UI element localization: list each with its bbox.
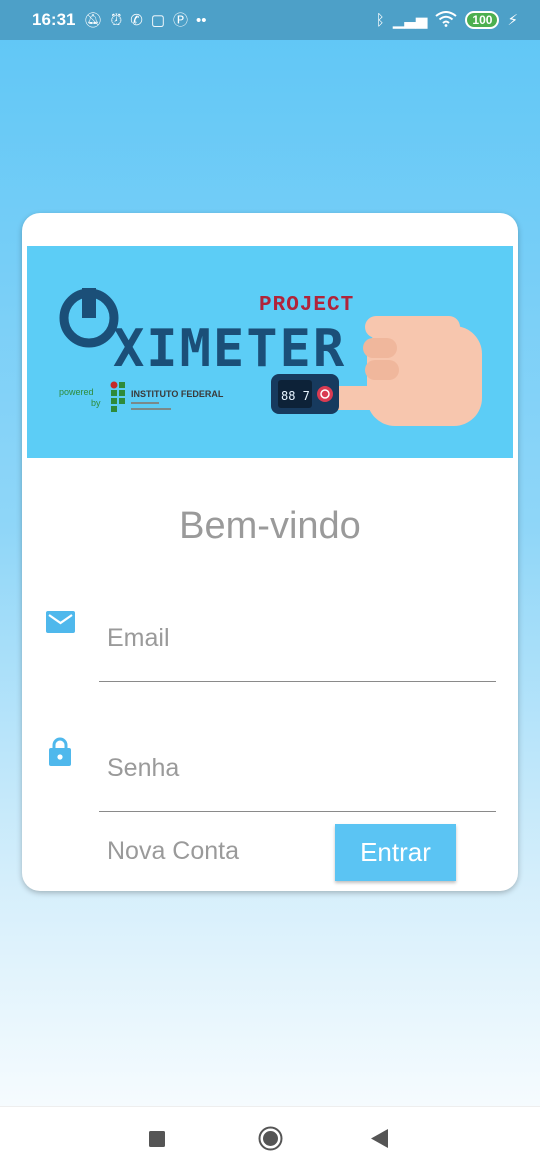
instagram-icon: ▢ [150,11,165,29]
device-reading: 88 7 [281,389,310,403]
status-bar: 16:31 🔕︎ ⏰︎ ✆ ▢ Ⓟ •• ᛒ ▁▃▅ 100 ⚡︎ [0,0,540,40]
instituto-federal-logo-icon [110,381,125,412]
power-icon [59,282,119,348]
institute-text: INSTITUTO FEDERAL [131,389,224,399]
more-dots-icon: •• [196,11,207,29]
lock-icon [49,737,71,771]
email-input[interactable] [99,612,496,664]
password-input[interactable] [99,742,496,794]
wifi-icon [435,10,458,30]
whatsapp-icon: ✆ [130,11,143,29]
new-account-link[interactable]: Nova Conta [107,837,239,866]
p-icon: Ⓟ [173,11,189,29]
back-triangle-icon[interactable] [371,1129,389,1153]
clock: 16:31 [32,10,76,29]
powered-by-line2: by [91,398,101,408]
email-icon [46,611,75,638]
oximeter-device-icon: 88 7 [271,374,339,414]
logo-text: XIMETER [113,319,346,379]
recents-square-icon[interactable] [149,1131,165,1152]
signal-icon: ▁▃▅ [392,11,428,29]
password-field [99,742,496,812]
navigation-bar [0,1106,540,1170]
mute-icon: 🔕︎ [83,11,103,29]
powered-by-line1: powered [59,387,94,397]
charging-icon: ⚡︎ [507,11,518,29]
home-circle-icon[interactable] [258,1126,283,1156]
email-field [99,612,496,682]
alarm-icon: ⏰︎ [110,11,123,29]
bluetooth-icon: ᛒ [375,11,385,29]
oximeter-logo: PROJECT XIMETER 88 7 powered by INSTITUT… [59,282,482,426]
battery-icon: 100 [465,11,500,29]
login-card: PROJECT XIMETER 88 7 powered by INSTITUT… [22,213,518,891]
project-text: PROJECT [259,294,354,317]
login-button[interactable]: Entrar [335,824,456,881]
welcome-title: Bem-vindo [179,505,361,547]
banner-image: PROJECT XIMETER 88 7 powered by INSTITUT… [27,246,513,458]
